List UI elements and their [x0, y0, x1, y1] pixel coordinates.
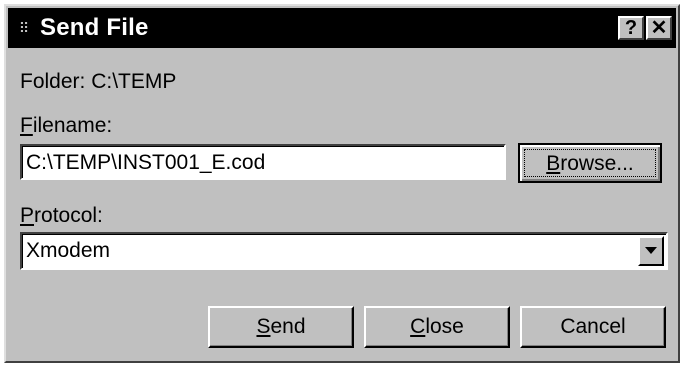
- protocol-label-accel: P: [20, 204, 35, 227]
- protocol-label-text: rotocol:: [34, 204, 103, 227]
- cancel-button[interactable]: Cancel: [520, 306, 666, 348]
- send-text: end: [270, 315, 306, 338]
- grip-dots-icon[interactable]: ⠿: [14, 18, 34, 38]
- browse-accel: B: [546, 152, 561, 175]
- protocol-select[interactable]: Xmodem: [20, 232, 668, 270]
- browse-text: rowse...: [560, 152, 634, 175]
- question-mark-icon: ?: [624, 17, 638, 39]
- title-bar[interactable]: ⠿ Send File ? ✕: [8, 8, 676, 48]
- close-x-icon: ✕: [650, 17, 668, 39]
- folder-row: Folder: C:\TEMP: [20, 70, 176, 94]
- close-button[interactable]: Close: [364, 306, 510, 348]
- send-button[interactable]: Send: [208, 306, 354, 348]
- close-label: Close: [410, 308, 464, 346]
- folder-label: Folder:: [20, 70, 86, 93]
- protocol-label: Protocol:: [20, 204, 103, 228]
- folder-path: C:\TEMP: [91, 70, 177, 93]
- protocol-value: Xmodem: [26, 239, 111, 262]
- chevron-down-icon: [645, 247, 657, 254]
- send-file-dialog: ⠿ Send File ? ✕ Folder: C:\TEMP Filename…: [4, 4, 680, 363]
- browse-button[interactable]: Browse...: [518, 143, 662, 183]
- close-accel: C: [410, 315, 426, 338]
- close-window-button[interactable]: ✕: [646, 16, 672, 40]
- filename-label-text: ilename:: [32, 114, 113, 137]
- filename-field[interactable]: C:\TEMP\INST001_E.cod: [20, 144, 506, 180]
- window-title: Send File: [40, 14, 149, 41]
- protocol-dropdown-button[interactable]: [638, 236, 664, 266]
- filename-label: Filename:: [20, 114, 112, 138]
- filename-label-accel: F: [20, 114, 33, 137]
- close-text: lose: [425, 315, 464, 338]
- help-button[interactable]: ?: [618, 16, 644, 40]
- cancel-label: Cancel: [560, 315, 626, 338]
- filename-value: C:\TEMP\INST001_E.cod: [26, 151, 266, 174]
- send-label: Send: [256, 308, 305, 346]
- send-accel: S: [256, 315, 271, 338]
- browse-label: Browse...: [546, 145, 634, 183]
